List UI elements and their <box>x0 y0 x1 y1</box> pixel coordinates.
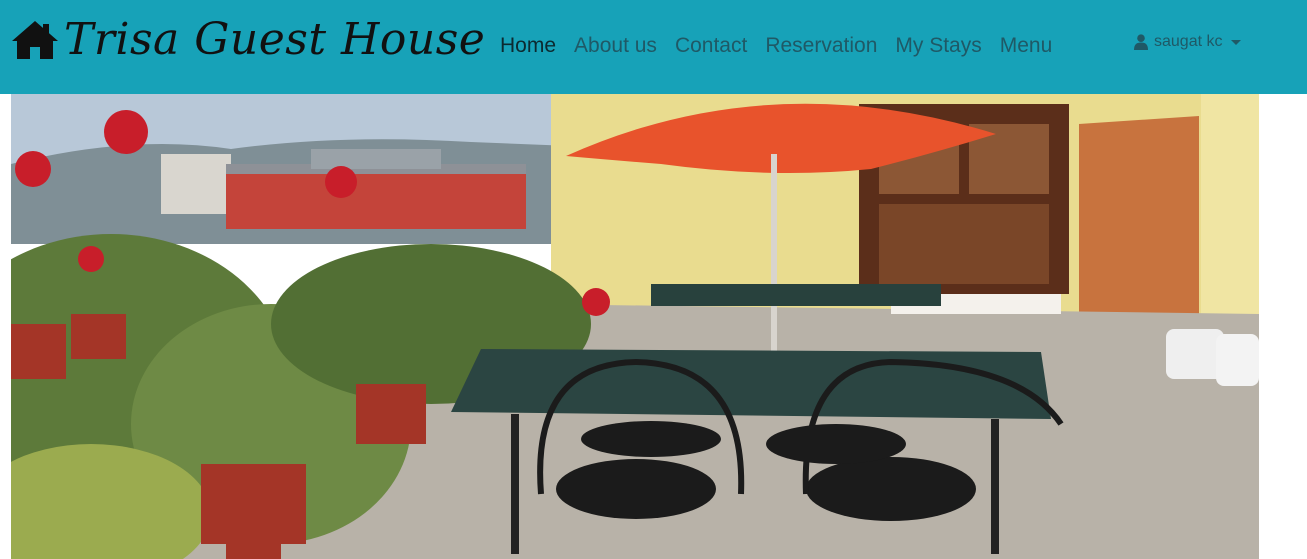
home-icon <box>12 21 58 59</box>
nav-menu[interactable]: Menu <box>1000 34 1053 58</box>
nav-reservation[interactable]: Reservation <box>765 34 877 58</box>
chevron-down-icon <box>1231 39 1242 45</box>
brand-link[interactable]: Trisa Guest House <box>10 12 485 68</box>
navbar: Trisa Guest House Home About us Contact … <box>0 0 1307 94</box>
nav-my-stays[interactable]: My Stays <box>895 34 981 58</box>
rooftop-terrace-photo <box>11 94 1259 559</box>
nav-home[interactable]: Home <box>500 34 556 58</box>
nav-about-us[interactable]: About us <box>574 34 657 58</box>
user-icon <box>1134 34 1148 50</box>
user-name: saugat kc <box>1154 33 1223 50</box>
hero-image <box>11 94 1259 559</box>
brand-title: Trisa Guest House <box>64 14 486 65</box>
user-dropdown[interactable]: saugat kc <box>1134 33 1242 51</box>
main-nav: Home About us Contact Reservation My Sta… <box>500 29 1070 63</box>
nav-contact[interactable]: Contact <box>675 34 747 58</box>
